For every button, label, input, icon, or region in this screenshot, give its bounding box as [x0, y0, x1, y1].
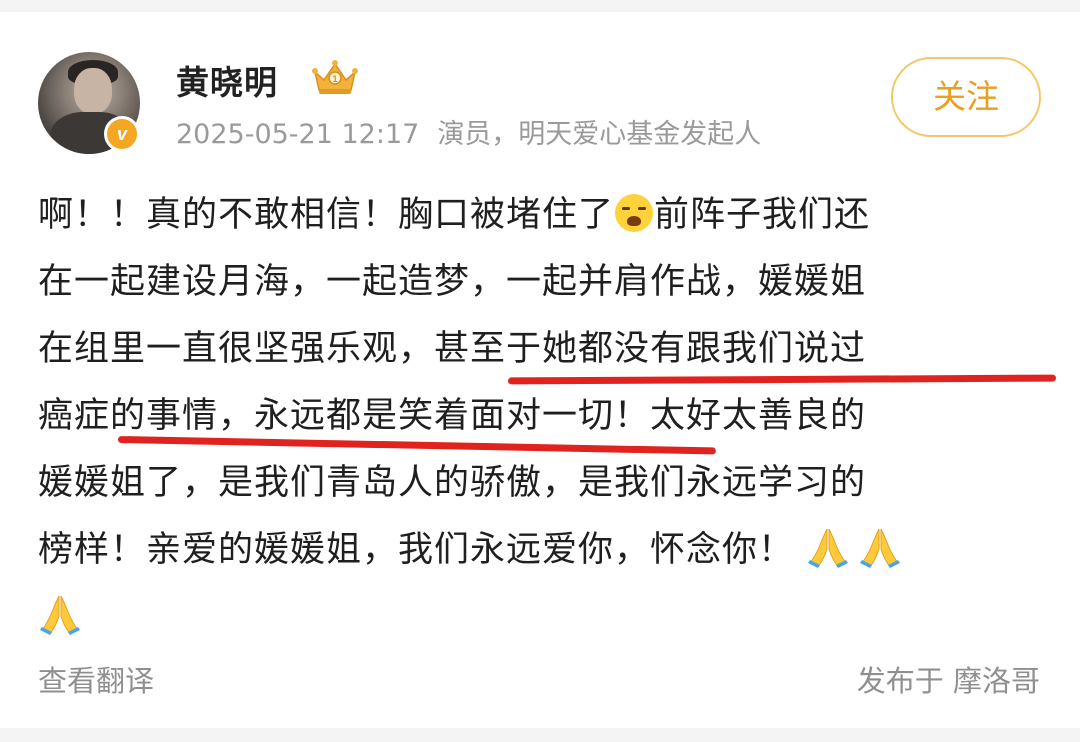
- username[interactable]: 黄晓明: [176, 56, 278, 104]
- crown-icon: 1: [312, 60, 358, 94]
- folded-hands-emoji: [808, 528, 849, 568]
- post-line: 榜样！亲爱的媛媛姐，我们永远爱你，怀念你！: [38, 517, 1048, 584]
- folded-hands-emoji: [860, 528, 901, 568]
- post-line: [38, 584, 1048, 651]
- post-line: 在组里一直很坚强乐观，甚至于她都没有跟我们说过: [38, 329, 867, 369]
- crying-face-emoji: [615, 194, 654, 232]
- post-text: 榜样！亲爱的媛媛姐，我们永远爱你，怀念你！: [38, 530, 795, 570]
- post-location: 发布于 摩洛哥: [856, 664, 1040, 698]
- post-text: 前阵子我们还: [654, 195, 871, 235]
- post-line: 媛媛姐了，是我们青岛人的骄傲，是我们永远学习的: [38, 463, 867, 503]
- post-meta: 2025-05-21 12:17 演员，明天爱心基金发起人: [176, 112, 761, 151]
- post-text: 啊！！真的不敢相信！胸口被堵住了: [38, 195, 615, 235]
- timestamp: 2025-05-21 12:17: [176, 119, 420, 150]
- follow-button[interactable]: 关注: [891, 57, 1041, 137]
- user-bio: 演员，明天爱心基金发起人: [437, 119, 762, 150]
- post-body: 啊！！真的不敢相信！胸口被堵住了 前阵子我们还 在一起建设月海，一起造梦，一起并肩…: [38, 182, 1048, 651]
- bottom-divider: [0, 728, 1080, 742]
- svg-text:1: 1: [332, 74, 337, 84]
- verified-badge-icon: v: [104, 116, 140, 152]
- post-line: 在一起建设月海，一起造梦，一起并肩作战，媛媛姐: [38, 262, 867, 302]
- top-divider: [0, 0, 1080, 12]
- post-line: 啊！！真的不敢相信！胸口被堵住了 前阵子我们还: [38, 182, 1048, 249]
- translate-link[interactable]: 查看翻译: [38, 658, 154, 700]
- folded-hands-emoji: [40, 595, 80, 635]
